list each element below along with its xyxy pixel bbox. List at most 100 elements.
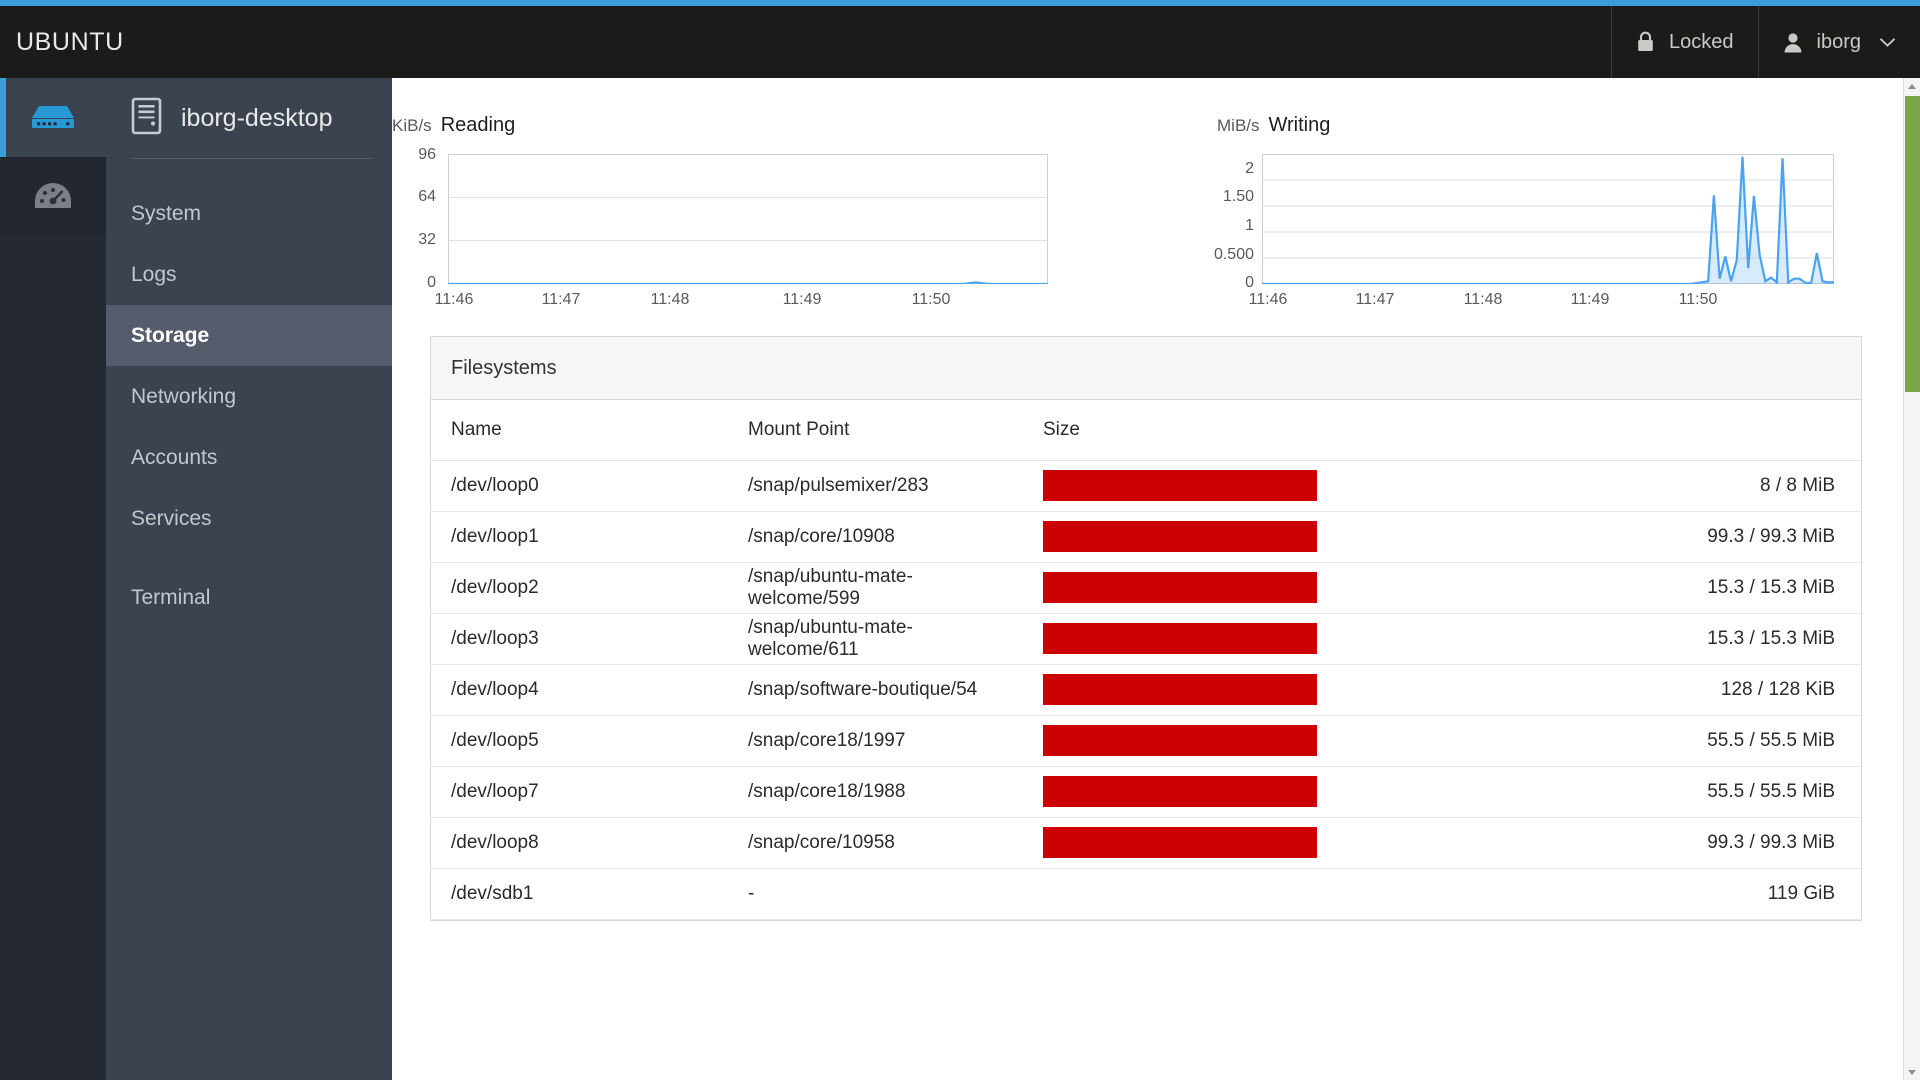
sidebar-item-terminal[interactable]: Terminal [106, 567, 392, 628]
table-row[interactable]: /dev/loop5/snap/core18/199755.5 / 55.5 M… [431, 715, 1861, 766]
cell-mount-point: /snap/ubuntu-mate-welcome/599 [728, 562, 1023, 613]
column-header-mount[interactable]: Mount Point [728, 400, 1023, 460]
reading-plot-area [448, 154, 1048, 284]
lock-status-label: Locked [1669, 31, 1734, 54]
usage-bar-track [1043, 470, 1317, 501]
column-header-name[interactable]: Name [431, 400, 728, 460]
writing-plot-area [1262, 154, 1834, 284]
lock-status-button[interactable]: Locked [1611, 6, 1758, 78]
usage-bar-fill [1043, 572, 1317, 603]
cell-device-name: /dev/loop3 [431, 613, 728, 664]
cell-mount-point: /snap/core18/1997 [728, 715, 1023, 766]
rail-item-server[interactable] [0, 78, 106, 157]
cell-size: 55.5 / 55.5 MiB [1608, 766, 1861, 817]
usage-bar-track [1043, 572, 1317, 603]
usage-bar-fill [1043, 674, 1317, 705]
cell-device-name: /dev/loop8 [431, 817, 728, 868]
cell-device-name: /dev/sdb1 [431, 868, 728, 919]
cell-mount-point: /snap/ubuntu-mate-welcome/611 [728, 613, 1023, 664]
usage-bar-fill [1043, 776, 1317, 807]
cell-device-name: /dev/loop5 [431, 715, 728, 766]
page-scrollbar[interactable] [1903, 78, 1920, 1080]
usage-bar-track [1043, 623, 1317, 654]
user-menu-button[interactable]: iborg [1758, 6, 1920, 78]
reading-ytick-3: 96 [418, 146, 436, 164]
main-content: KiB/s Reading 96 64 32 0 11:46 11:47 11:… [392, 78, 1900, 1080]
writing-title: Writing [1269, 114, 1331, 137]
user-menu-label: iborg [1817, 31, 1861, 54]
reading-xtick-2: 11:48 [651, 291, 690, 309]
brand-logo: UBUNTU [0, 28, 124, 57]
writing-xtick-0: 11:46 [1249, 291, 1288, 309]
writing-unit-label: MiB/s [1217, 116, 1260, 136]
sidebar-item-logs[interactable]: Logs [106, 244, 392, 305]
chevron-down-icon [1879, 37, 1896, 48]
table-row[interactable]: /dev/sdb1- 119 GiB [431, 868, 1861, 919]
cell-mount-point: - [728, 868, 1023, 919]
sidebar-top-pad [106, 159, 392, 183]
lock-icon [1636, 31, 1655, 53]
table-row[interactable]: /dev/loop8/snap/core/1095899.3 / 99.3 Mi… [431, 817, 1861, 868]
cell-mount-point: /snap/pulsemixer/283 [728, 460, 1023, 511]
cell-usage-bar [1023, 511, 1608, 562]
sidebar-item-system[interactable]: System [106, 183, 392, 244]
filesystems-table: Name Mount Point Size /dev/loop0/snap/pu… [431, 400, 1861, 920]
cell-size: 119 GiB [1608, 868, 1861, 919]
cell-size: 128 / 128 KiB [1608, 664, 1861, 715]
io-graphs-row: KiB/s Reading 96 64 32 0 11:46 11:47 11:… [392, 78, 1900, 318]
writing-ytick-4: 2 [1245, 160, 1254, 178]
table-row[interactable]: /dev/loop2/snap/ubuntu-mate-welcome/5991… [431, 562, 1861, 613]
cell-size: 99.3 / 99.3 MiB [1608, 817, 1861, 868]
writing-y-axis: 2 1.50 1 0.500 0 [1192, 155, 1254, 283]
scrollbar-up-arrow[interactable] [1904, 78, 1920, 94]
writing-xtick-2: 11:48 [1464, 291, 1503, 309]
reading-y-axis: 96 64 32 0 [392, 155, 436, 283]
reading-xtick-0: 11:46 [435, 291, 474, 309]
table-row[interactable]: /dev/loop7/snap/core18/198855.5 / 55.5 M… [431, 766, 1861, 817]
table-row[interactable]: /dev/loop3/snap/ubuntu-mate-welcome/6111… [431, 613, 1861, 664]
sidebar-host-label: iborg-desktop [181, 104, 332, 133]
cell-usage-bar [1023, 868, 1608, 919]
writing-xtick-1: 11:47 [1356, 291, 1395, 309]
reading-xtick-3: 11:49 [783, 291, 822, 309]
column-header-size[interactable]: Size [1023, 400, 1608, 460]
cell-usage-bar [1023, 664, 1608, 715]
filesystems-table-body: /dev/loop0/snap/pulsemixer/2838 / 8 MiB/… [431, 460, 1861, 919]
usage-bar-fill [1043, 470, 1317, 501]
reading-xtick-1: 11:47 [542, 291, 581, 309]
column-header-size-value [1608, 400, 1861, 460]
writing-xtick-4: 11:50 [1679, 291, 1718, 309]
scrollbar-thumb[interactable] [1905, 96, 1920, 392]
filesystems-panel: Filesystems Name Mount Point Size /dev/l… [430, 336, 1862, 921]
sidebar-item-networking[interactable]: Networking [106, 366, 392, 427]
writing-graph: MiB/s Writing 2 1.50 1 0.500 0 11:46 11:… [1092, 78, 1832, 318]
cell-mount-point: /snap/core/10908 [728, 511, 1023, 562]
table-row[interactable]: /dev/loop4/snap/software-boutique/54128 … [431, 664, 1861, 715]
sidebar-item-services[interactable]: Services [106, 488, 392, 549]
reading-xtick-4: 11:50 [912, 291, 951, 309]
usage-bar-fill [1043, 725, 1317, 756]
cell-usage-bar [1023, 715, 1608, 766]
filesystems-panel-title: Filesystems [431, 337, 1861, 400]
cell-size: 99.3 / 99.3 MiB [1608, 511, 1861, 562]
rail-item-dashboard[interactable] [0, 157, 106, 234]
table-row[interactable]: /dev/loop0/snap/pulsemixer/2838 / 8 MiB [431, 460, 1861, 511]
cell-usage-bar [1023, 460, 1608, 511]
sidebar-host-row[interactable]: iborg-desktop [106, 78, 392, 158]
computer-tower-icon [131, 97, 162, 140]
usage-bar-fill [1043, 623, 1317, 654]
sidebar-nav: iborg-desktop System Logs Storage Networ… [106, 78, 392, 1080]
cell-device-name: /dev/loop7 [431, 766, 728, 817]
sidebar-item-accounts[interactable]: Accounts [106, 427, 392, 488]
writing-ytick-2: 1 [1245, 217, 1254, 235]
cell-size: 15.3 / 15.3 MiB [1608, 562, 1861, 613]
writing-ytick-1: 0.500 [1214, 246, 1254, 264]
usage-bar-track [1043, 725, 1317, 756]
sidebar-item-storage[interactable]: Storage [106, 305, 392, 366]
cell-size: 8 / 8 MiB [1608, 460, 1861, 511]
writing-ytick-0: 0 [1245, 274, 1254, 292]
filesystems-table-head: Name Mount Point Size [431, 400, 1861, 460]
table-row[interactable]: /dev/loop1/snap/core/1090899.3 / 99.3 Mi… [431, 511, 1861, 562]
scrollbar-down-arrow[interactable] [1904, 1064, 1920, 1080]
reading-ytick-2: 64 [418, 188, 436, 206]
